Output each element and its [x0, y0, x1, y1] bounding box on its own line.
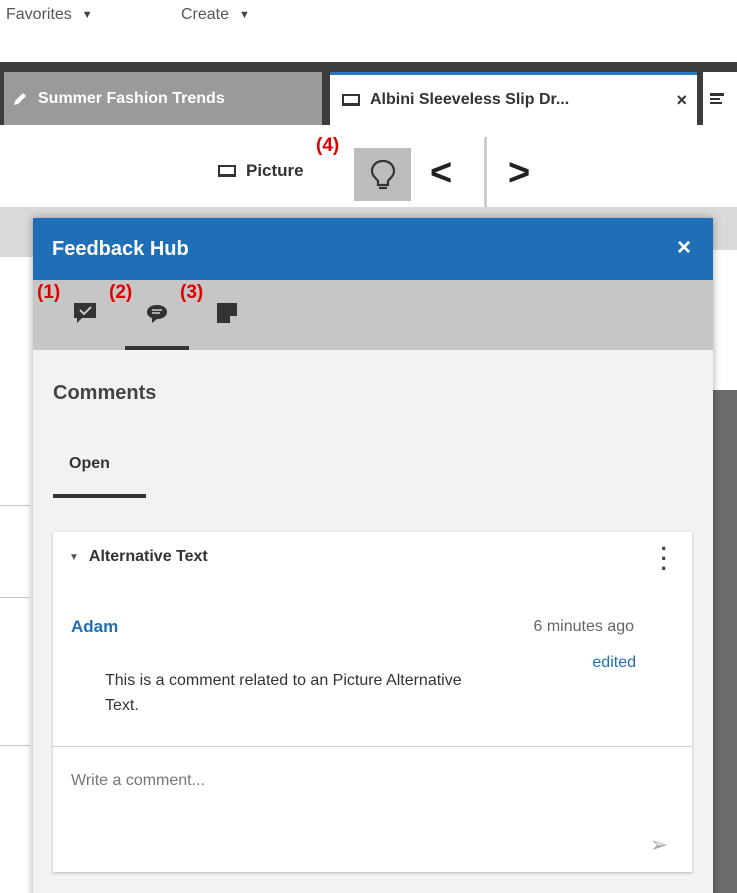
background-divider: [0, 745, 30, 746]
background-panel-dark: [713, 390, 737, 893]
card-divider: [53, 746, 692, 747]
toolbar-divider: [484, 137, 487, 215]
menu-favorites[interactable]: Favorites ▼: [6, 6, 93, 24]
lightbulb-icon: [370, 159, 395, 189]
top-menu: Favorites ▼ Create ▼: [0, 0, 737, 62]
collapse-triangle-icon[interactable]: ▼: [69, 552, 79, 563]
comment-author[interactable]: Adam: [71, 617, 118, 637]
annotation-2: (2): [109, 282, 133, 303]
annotation-1: (1): [37, 282, 61, 303]
close-icon[interactable]: ×: [676, 90, 687, 111]
open-tab-indicator: [53, 494, 146, 498]
comment-input[interactable]: Write a comment...: [71, 772, 205, 790]
tab-open[interactable]: Open: [69, 455, 110, 473]
note-icon[interactable]: [216, 302, 238, 324]
more-options-icon[interactable]: · · ·: [661, 538, 668, 580]
tab-overflow[interactable]: [703, 72, 737, 125]
picture-label: Picture: [246, 161, 304, 180]
comment-timestamp: 6 minutes ago: [533, 618, 634, 635]
comment-card: ▼ Alternative Text · · · Adam 6 minutes ag…: [53, 532, 692, 872]
edited-link[interactable]: edited: [592, 654, 636, 672]
document-icon: [710, 92, 724, 104]
tab-label: Summer Fashion Trends: [38, 89, 225, 107]
tab-label: Albini Sleeveless Slip Dr...: [370, 91, 570, 108]
send-icon[interactable]: ➢: [650, 832, 668, 858]
background-panel: [713, 250, 737, 390]
caret-down-icon: ▼: [81, 9, 93, 21]
tab-summer-fashion-trends[interactable]: Summer Fashion Trends: [4, 72, 322, 125]
lightbulb-button[interactable]: [354, 148, 411, 201]
menu-favorites-label: Favorites: [6, 6, 72, 23]
screen-icon: [342, 94, 360, 106]
comment-text: This is a comment related to an Picture …: [105, 672, 462, 714]
thread-title: Alternative Text: [88, 548, 208, 565]
tab-bar: Summer Fashion Trends Albini Sleeveless …: [0, 62, 737, 125]
editor-toolbar: Picture (4) < >: [0, 125, 737, 215]
previous-button[interactable]: <: [430, 153, 452, 193]
menu-create[interactable]: Create ▼: [181, 6, 250, 24]
hub-header: Feedback Hub ×: [33, 218, 713, 280]
comment-check-icon[interactable]: [73, 302, 97, 324]
background-divider: [0, 597, 30, 598]
comment-icon[interactable]: [146, 304, 168, 324]
app-root: Favorites ▼ Create ▼ Summer Fashion Tren…: [0, 0, 737, 893]
caret-down-icon: ▼: [239, 9, 250, 21]
pencil-icon: [14, 92, 26, 105]
close-icon[interactable]: ×: [677, 234, 691, 262]
feedback-hub-panel: Feedback Hub × (1) (2) (3) Comments Open: [33, 218, 713, 893]
section-title: Comments: [53, 382, 157, 404]
picture-indicator: Picture: [218, 161, 304, 181]
background-divider: [0, 505, 30, 506]
picture-icon: [218, 165, 236, 177]
hub-title: Feedback Hub: [52, 237, 189, 260]
next-button[interactable]: >: [508, 153, 530, 193]
annotation-4: (4): [316, 135, 340, 156]
comment-thread-header[interactable]: ▼ Alternative Text: [69, 548, 208, 566]
tab-albini-dress[interactable]: Albini Sleeveless Slip Dr... ×: [330, 72, 697, 125]
annotation-3: (3): [180, 282, 204, 303]
menu-create-label: Create: [181, 6, 230, 23]
active-tab-indicator: [125, 346, 189, 350]
hub-icon-bar: (1) (2) (3): [33, 280, 713, 350]
